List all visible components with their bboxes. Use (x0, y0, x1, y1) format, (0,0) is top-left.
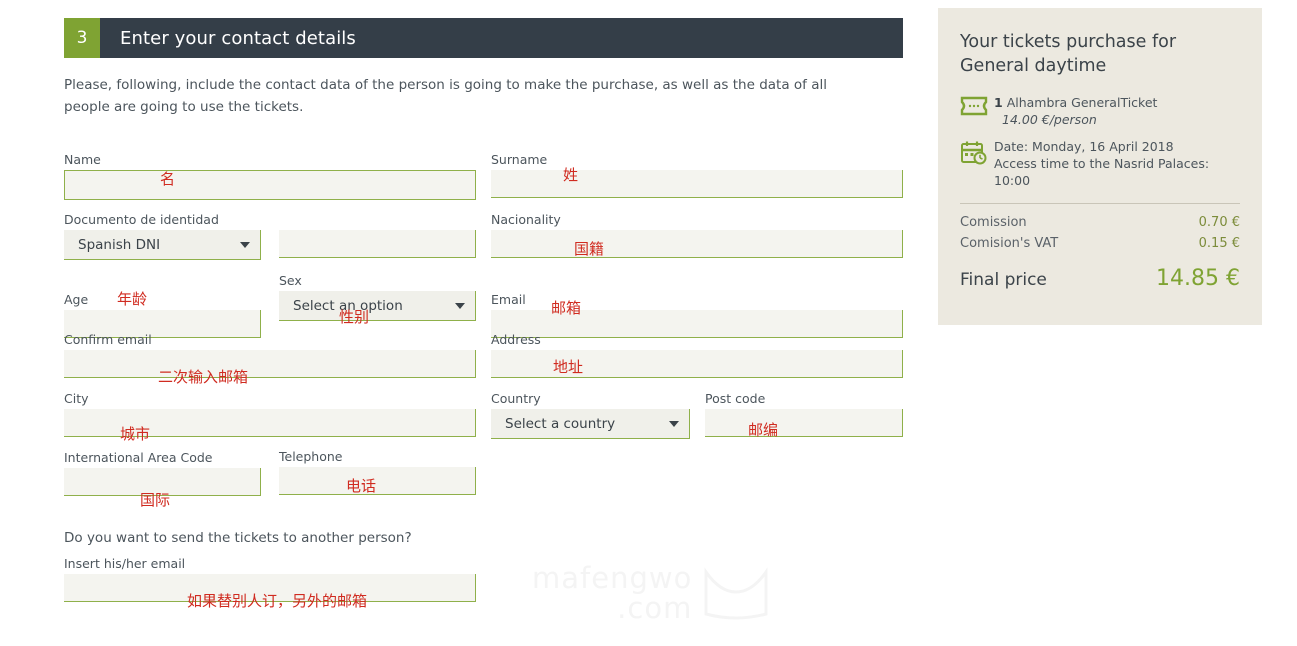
label-name: Name (64, 152, 101, 167)
field-surname: Surname (491, 152, 903, 198)
summary-charge-row: Comision's VAT 0.15 € (960, 233, 1240, 254)
label-area-code: International Area Code (64, 450, 213, 465)
mafengwo-logo-icon (704, 567, 768, 620)
summary-charge-row: Comission 0.70 € (960, 212, 1240, 233)
chevron-down-icon (455, 302, 465, 309)
telephone-input[interactable] (279, 467, 476, 495)
label-city: City (64, 391, 89, 406)
total-label: Final price (960, 270, 1047, 290)
send-to-another-question: Do you want to send the tickets to anoth… (64, 530, 412, 546)
summary-date-line1: Date: Monday, 16 April 2018 (994, 139, 1174, 154)
order-summary-sidebar: Your tickets purchase for General daytim… (938, 8, 1262, 325)
label-email: Email (491, 292, 526, 307)
charge-label: Comision's VAT (960, 236, 1059, 251)
label-sex: Sex (279, 273, 302, 288)
surname-input[interactable] (491, 170, 903, 198)
label-other-email: Insert his/her email (64, 556, 186, 571)
summary-date-row: Date: Monday, 16 April 2018 Access time … (960, 138, 1240, 189)
step-number-badge: 3 (64, 18, 100, 58)
label-nationality: Nacionality (491, 212, 561, 227)
step-header: 3 Enter your contact details (64, 18, 903, 58)
summary-date-line3: 10:00 (994, 173, 1031, 188)
ticket-line: 1 Alhambra GeneralTicket (994, 94, 1157, 111)
intro-paragraph: Please, following, include the contact d… (64, 77, 827, 115)
summary-ticket-row: 1 Alhambra GeneralTicket 14.00 €/person (960, 94, 1240, 128)
document-number-input[interactable] (279, 230, 476, 258)
summary-date-line2: Access time to the Nasrid Palaces: (994, 156, 1210, 171)
field-address: Address (491, 332, 903, 378)
charge-value: 0.15 € (1198, 236, 1240, 251)
watermark: mafengwo .com (532, 562, 772, 624)
checkout-page: 3 Enter your contact details Please, fol… (0, 0, 1297, 646)
country-select[interactable]: Select a country (491, 409, 690, 439)
document-type-select[interactable]: Spanish DNI (64, 230, 261, 260)
field-country: Country Select a country (491, 391, 690, 439)
label-age: Age (64, 292, 89, 307)
label-confirm-email: Confirm email (64, 332, 152, 347)
field-telephone: Telephone (279, 449, 476, 495)
field-name: Name (64, 152, 476, 200)
post-code-input[interactable] (705, 409, 903, 437)
label-address: Address (491, 332, 541, 347)
country-value: Select a country (505, 415, 616, 432)
field-document-type: Documento de identidad Spanish DNI (64, 212, 261, 260)
field-sex: Sex Select an option (279, 273, 476, 321)
sex-select[interactable]: Select an option (279, 291, 476, 321)
ticket-quantity: 1 (994, 95, 1003, 110)
charge-label: Comission (960, 215, 1027, 230)
field-nationality: Nacionality (491, 212, 903, 258)
label-surname: Surname (491, 152, 548, 167)
summary-divider (960, 203, 1240, 204)
ticket-icon (960, 94, 994, 128)
city-input[interactable] (64, 409, 476, 437)
label-document-type: Documento de identidad (64, 212, 219, 227)
field-area-code: International Area Code (64, 450, 261, 496)
label-country: Country (491, 391, 541, 406)
calendar-clock-icon (960, 138, 994, 189)
field-city: City (64, 391, 476, 437)
area-code-input[interactable] (64, 468, 261, 496)
charge-value: 0.70 € (1198, 215, 1240, 230)
confirm-email-input[interactable] (64, 350, 476, 378)
field-document-number (279, 230, 476, 258)
nationality-input[interactable] (491, 230, 903, 258)
watermark-line2: .com (617, 591, 693, 625)
page-title: Enter your contact details (120, 27, 356, 49)
field-confirm-email: Confirm email (64, 332, 476, 378)
chevron-down-icon (669, 420, 679, 427)
ticket-unit-price: 14.00 €/person (1002, 112, 1097, 127)
contact-details-form: Name Surname Documento de identidad Span… (64, 152, 909, 509)
field-other-email: Insert his/her email (64, 556, 476, 602)
total-value: 14.85 € (1156, 266, 1240, 291)
field-post-code: Post code (705, 391, 903, 437)
label-post-code: Post code (705, 391, 766, 406)
label-telephone: Telephone (279, 449, 343, 464)
summary-total-row: Final price 14.85 € (960, 266, 1240, 291)
name-input[interactable] (64, 170, 476, 200)
address-input[interactable] (491, 350, 903, 378)
watermark-line1: mafengwo (532, 561, 693, 595)
sex-value: Select an option (293, 297, 403, 314)
other-email-input[interactable] (64, 574, 476, 602)
summary-title: Your tickets purchase for General daytim… (960, 32, 1177, 76)
chevron-down-icon (240, 241, 250, 248)
ticket-name: Alhambra GeneralTicket (1006, 95, 1158, 110)
document-type-value: Spanish DNI (78, 236, 161, 253)
